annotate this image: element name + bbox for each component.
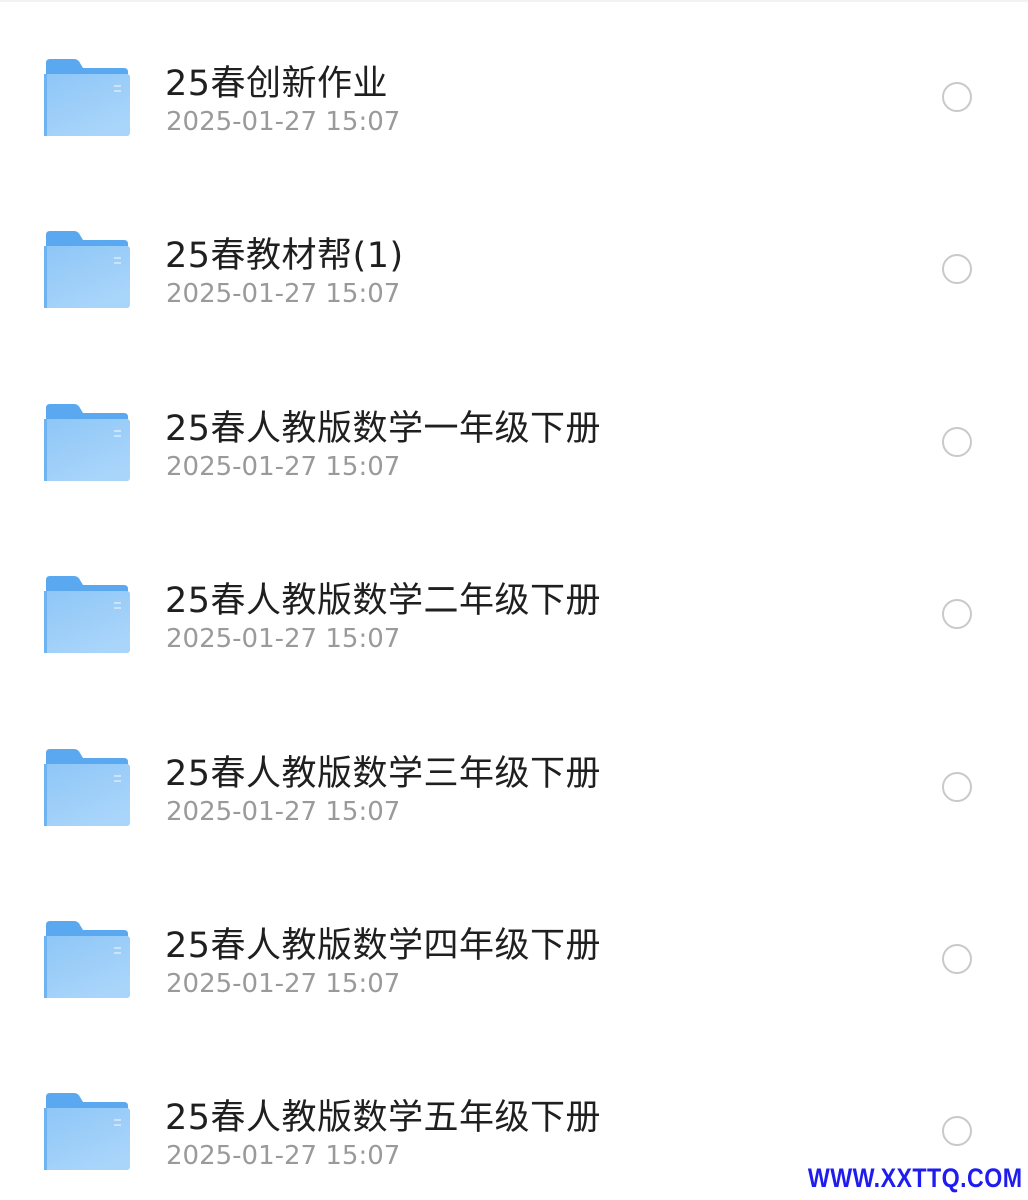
list-item[interactable]: 25春人教版数学四年级下册 2025-01-27 15:07 [0,872,1028,1044]
file-modified-date: 2025-01-27 15:07 [166,279,401,309]
file-name: 25春人教版数学三年级下册 [165,754,602,794]
folder-icon [44,747,130,827]
site-watermark: WWW.XXTTQ.COM [807,1163,1022,1193]
list-item[interactable]: 25春创新作业 2025-01-27 15:07 [0,10,1028,182]
file-modified-date: 2025-01-27 15:07 [166,107,401,137]
list-item[interactable]: 25春人教版数学二年级下册 2025-01-27 15:07 [0,527,1028,699]
list-item[interactable]: 25春教材帮(1) 2025-01-27 15:07 [0,182,1028,354]
file-modified-date: 2025-01-27 15:07 [166,969,401,999]
folder-icon [44,402,130,482]
folder-icon [44,919,130,999]
folder-icon [44,1091,130,1171]
file-modified-date: 2025-01-27 15:07 [166,452,401,482]
select-radio[interactable] [942,772,972,802]
folder-icon [44,229,130,309]
file-modified-date: 2025-01-27 15:07 [166,624,401,654]
select-radio[interactable] [942,944,972,974]
file-name: 25春创新作业 [165,64,389,104]
file-name: 25春教材帮(1) [165,236,404,276]
select-radio[interactable] [942,254,972,284]
file-name: 25春人教版数学五年级下册 [165,1098,602,1138]
select-radio[interactable] [942,82,972,112]
top-divider [0,0,1028,2]
file-name: 25春人教版数学四年级下册 [165,926,602,966]
file-modified-date: 2025-01-27 15:07 [166,1141,401,1171]
list-item[interactable]: 25春人教版数学三年级下册 2025-01-27 15:07 [0,700,1028,872]
list-item[interactable]: 25春人教版数学一年级下册 2025-01-27 15:07 [0,355,1028,527]
file-modified-date: 2025-01-27 15:07 [166,797,401,827]
folder-icon [44,574,130,654]
select-radio[interactable] [942,1116,972,1146]
select-radio[interactable] [942,427,972,457]
file-browser-screen: 25春创新作业 2025-01-27 15:07 25春教材帮(1) 2025-… [0,0,1028,1200]
select-radio[interactable] [942,599,972,629]
file-name: 25春人教版数学一年级下册 [165,409,602,449]
folder-icon [44,57,130,137]
file-name: 25春人教版数学二年级下册 [165,581,602,621]
